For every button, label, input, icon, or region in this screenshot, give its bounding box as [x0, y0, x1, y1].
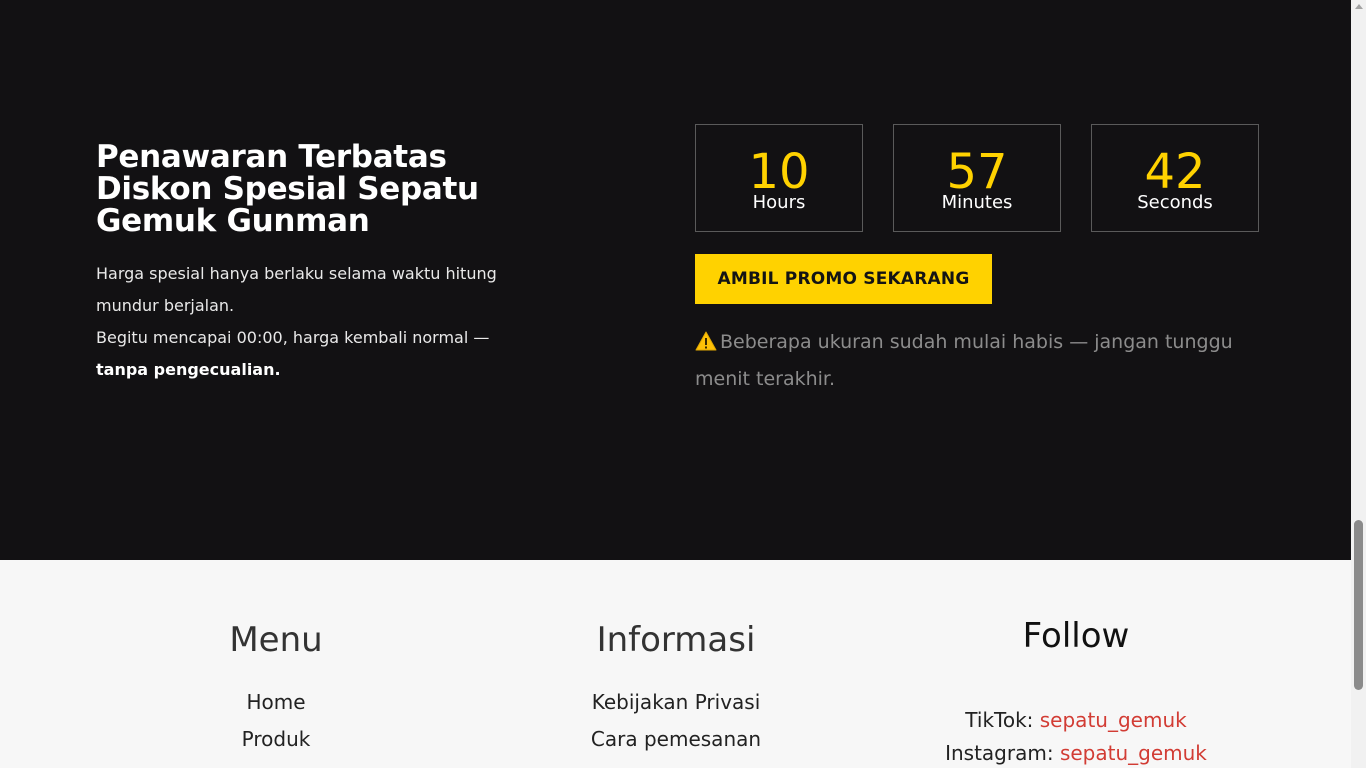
footer-link-home[interactable]: Home — [176, 684, 376, 721]
countdown-hours: 10 Hours — [695, 124, 863, 232]
countdown-hours-value: 10 — [748, 144, 810, 200]
warning-icon — [695, 331, 717, 351]
tiktok-link[interactable]: sepatu_gemuk — [1040, 708, 1187, 732]
promo-desc-emphasis: tanpa pengecualian. — [96, 360, 281, 379]
take-promo-button[interactable]: AMBIL PROMO SEKARANG — [695, 254, 992, 304]
footer-menu-heading: Menu — [229, 620, 323, 660]
promo-desc-line-2-text: Begitu mencapai 00:00, harga kembali nor… — [96, 328, 490, 347]
footer-menu-column: Menu Home Produk — [176, 618, 376, 758]
footer-follow-column: Follow TikTok: sepatu_gemuk Instagram: s… — [916, 614, 1236, 768]
social-links: TikTok: sepatu_gemuk Instagram: sepatu_g… — [916, 704, 1236, 768]
tiktok-row: TikTok: sepatu_gemuk — [916, 704, 1236, 737]
countdown-minutes-value: 57 — [946, 144, 1008, 200]
footer-menu-list: Home Produk — [176, 684, 376, 758]
instagram-link[interactable]: sepatu_gemuk — [1060, 741, 1207, 765]
promo-title: Penawaran Terbatas Diskon Spesial Sepatu… — [96, 139, 479, 239]
promo-desc-line-1: Harga spesial hanya berlaku selama waktu… — [96, 264, 497, 315]
scrollbar-thumb[interactable] — [1354, 520, 1363, 690]
footer-follow-heading: Follow — [1022, 616, 1130, 656]
countdown-seconds-label: Seconds — [1137, 192, 1213, 213]
scroll-up-arrow-icon[interactable] — [1355, 4, 1363, 9]
footer-link-how-to-order[interactable]: Cara pemesanan — [556, 721, 796, 758]
promo-desc-line-2: Begitu mencapai 00:00, harga kembali nor… — [96, 322, 526, 386]
countdown-hours-label: Hours — [752, 192, 806, 213]
tiktok-label: TikTok: — [965, 708, 1034, 732]
footer-info-heading: Informasi — [596, 620, 756, 660]
footer-info-list: Kebijakan Privasi Cara pemesanan — [556, 684, 796, 758]
stock-warning-text: Beberapa ukuran sudah mulai habis — jang… — [695, 331, 1233, 390]
instagram-row: Instagram: sepatu_gemuk — [916, 737, 1236, 768]
countdown-minutes: 57 Minutes — [893, 124, 1061, 232]
footer-link-privacy[interactable]: Kebijakan Privasi — [556, 684, 796, 721]
promo-description: Harga spesial hanya berlaku selama waktu… — [96, 258, 526, 386]
footer-info-column: Informasi Kebijakan Privasi Cara pemesan… — [556, 618, 796, 758]
countdown-minutes-label: Minutes — [941, 192, 1013, 213]
countdown-timer: 10 Hours 57 Minutes 42 Seconds — [695, 124, 1259, 232]
footer: Menu Home Produk Informasi Kebijakan Pri… — [0, 560, 1351, 768]
page-scrollbar[interactable] — [1351, 0, 1366, 768]
page: Penawaran Terbatas Diskon Spesial Sepatu… — [0, 0, 1351, 768]
promo-section: Penawaran Terbatas Diskon Spesial Sepatu… — [0, 0, 1351, 560]
instagram-label: Instagram: — [945, 741, 1054, 765]
footer-link-produk[interactable]: Produk — [176, 721, 376, 758]
stock-warning: Beberapa ukuran sudah mulai habis — jang… — [695, 324, 1255, 398]
countdown-seconds-value: 42 — [1144, 144, 1206, 200]
countdown-seconds: 42 Seconds — [1091, 124, 1259, 232]
